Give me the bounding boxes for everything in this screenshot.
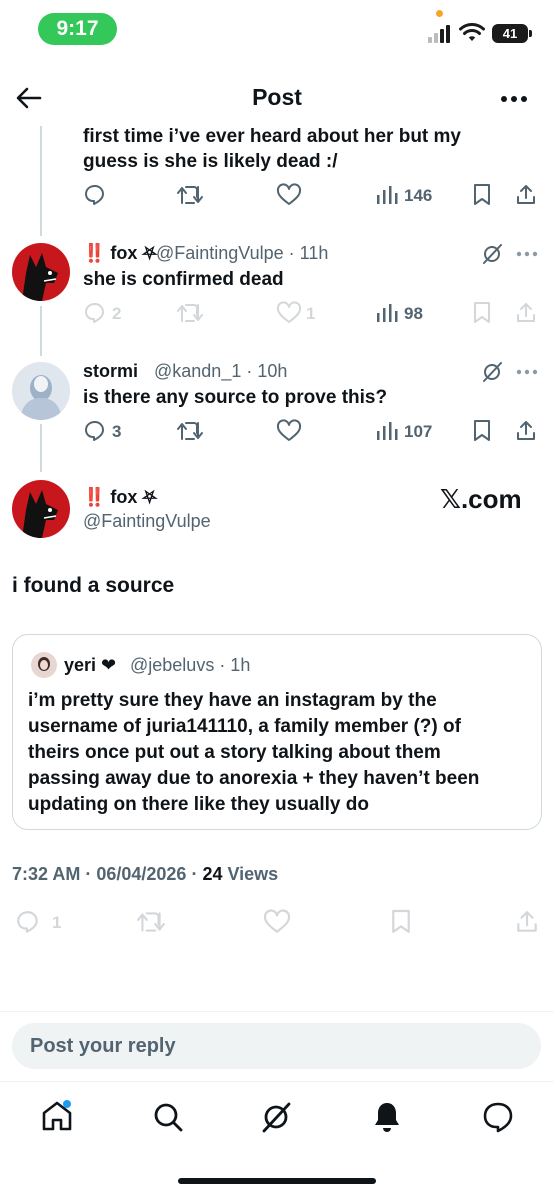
views-count: 98 (404, 304, 423, 323)
page-title: Post (252, 84, 302, 110)
author-handle[interactable]: @FaintingVulpe (83, 511, 211, 532)
views-icon[interactable] (376, 421, 398, 441)
like-icon[interactable] (262, 909, 292, 935)
main-tweet-text: i found a source (12, 574, 175, 597)
bookmark-icon[interactable] (472, 183, 492, 207)
views-icon[interactable] (376, 303, 398, 323)
cellular-signal-icon (428, 25, 450, 43)
repost-icon[interactable] (176, 183, 204, 207)
avatar[interactable] (12, 480, 70, 538)
messages-icon[interactable] (481, 1100, 515, 1134)
tweet-text: she is confirmed dead (83, 269, 284, 290)
views-label: Views (222, 864, 279, 884)
reply-icon[interactable] (83, 301, 107, 325)
privacy-indicator (436, 10, 443, 17)
avatar (31, 652, 57, 678)
tweet-meta: 7:32 AM · 06/04/2026 · 24 Views (12, 864, 278, 885)
author-name[interactable]: stormi (83, 361, 138, 382)
quote-text-line: i’m pretty sure they have an instagram b… (28, 690, 437, 711)
quote-author-handle: @jebeluvs · 1h (130, 655, 251, 675)
watermark: 𝕏.com (440, 484, 522, 514)
divider (0, 1011, 554, 1012)
divider (0, 1081, 554, 1082)
tweet-actions: 2 1 98 (0, 298, 554, 328)
quote-text-line: updating on there like they usually do (28, 794, 369, 815)
share-icon[interactable] (514, 909, 540, 935)
reply-placeholder: Post your reply (30, 1035, 176, 1057)
views-count: 146 (404, 186, 433, 205)
reply-count: 2 (112, 304, 122, 323)
search-icon[interactable] (152, 1101, 184, 1133)
views-count: 107 (404, 422, 433, 441)
battery-indicator: 41 (492, 24, 528, 43)
repost-icon[interactable] (176, 419, 204, 443)
quote-text-line: theirs once put out a story talking abou… (28, 742, 441, 763)
reply-icon[interactable] (83, 183, 107, 207)
views-count: 24 (202, 864, 223, 884)
avatar[interactable] (12, 243, 70, 301)
timestamp: 7:32 AM · 06/04/2026 · (12, 864, 203, 884)
repost-icon[interactable] (136, 909, 166, 935)
reply-icon[interactable] (83, 419, 107, 443)
share-icon[interactable] (514, 419, 538, 443)
main-tweet-actions: 1 (0, 906, 554, 938)
share-icon[interactable] (514, 183, 538, 207)
grok-icon[interactable] (259, 1100, 293, 1134)
more-icon[interactable] (500, 95, 528, 103)
bookmark-icon[interactable] (472, 301, 492, 325)
quote-text-line: passing away due to anorexia + they have… (28, 768, 480, 789)
notifications-icon[interactable] (372, 1100, 402, 1134)
author-handle[interactable]: @kandn_1 · 10h (154, 361, 287, 382)
reply-count: 3 (112, 422, 122, 441)
author-name[interactable]: ‼️ fox ⛧ (83, 243, 157, 264)
tweet-actions: 3 107 (0, 416, 554, 446)
bookmark-icon[interactable] (472, 419, 492, 443)
tweet-text-line: guess is she is likely dead :/ (83, 151, 338, 172)
battery-nub (529, 30, 532, 37)
like-icon[interactable] (276, 301, 302, 325)
views-icon[interactable] (376, 185, 398, 205)
reply-count: 1 (52, 913, 62, 932)
status-time: 9:17 (38, 13, 117, 45)
author-name[interactable]: ‼️ fox ⛧ (83, 487, 157, 508)
grok-icon[interactable] (480, 242, 504, 266)
tweet-text: is there any source to prove this? (83, 387, 388, 408)
home-indicator (178, 1178, 376, 1184)
avatar[interactable] (12, 362, 70, 420)
more-icon[interactable] (516, 251, 538, 257)
quote-author-name: yeri ❤ (64, 655, 117, 675)
repost-icon[interactable] (176, 301, 204, 325)
grok-icon[interactable] (480, 360, 504, 384)
wifi-icon (459, 23, 485, 41)
bottom-nav (0, 1092, 554, 1142)
quote-text-line: username of juria141110, a family member… (28, 716, 461, 737)
home-icon[interactable] (40, 1099, 74, 1133)
like-count: 1 (306, 304, 316, 323)
bookmark-icon[interactable] (390, 908, 412, 936)
tweet-actions: 146 (0, 180, 554, 210)
tweet-text-line: first time i’ve ever heard about her but… (83, 126, 461, 147)
share-icon[interactable] (514, 301, 538, 325)
more-icon[interactable] (516, 369, 538, 375)
like-icon[interactable] (276, 419, 302, 443)
reply-icon[interactable] (14, 909, 42, 935)
author-handle[interactable]: @FaintingVulpe · 11h (156, 243, 328, 264)
like-icon[interactable] (276, 183, 302, 207)
